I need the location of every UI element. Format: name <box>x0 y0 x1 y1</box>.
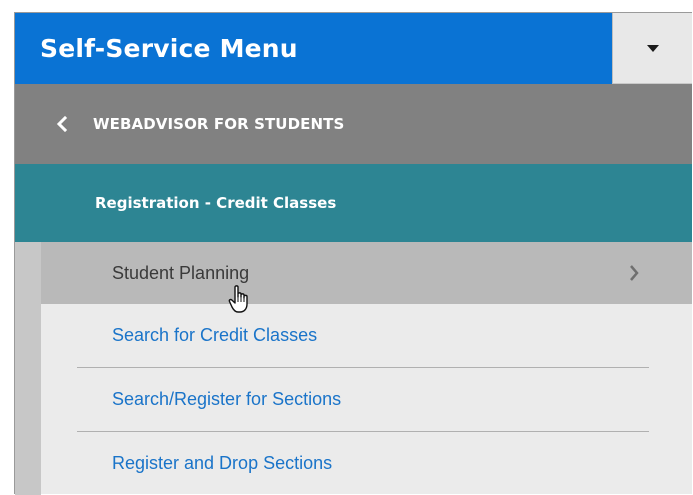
menu-item-label: Register and Drop Sections <box>112 453 333 473</box>
menu-item-register-drop-sections[interactable]: Register and Drop Sections <box>41 432 692 495</box>
menu-title: Self-Service Menu <box>15 13 612 84</box>
chevron-right-icon <box>628 264 640 287</box>
menu-item-student-planning[interactable]: Student Planning <box>41 242 692 304</box>
section-header: Registration - Credit Classes <box>15 164 692 242</box>
caret-down-icon <box>646 44 659 52</box>
menu-item-label: Search for Credit Classes <box>112 325 318 345</box>
section-label: Registration - Credit Classes <box>95 194 337 212</box>
menu-item-search-credit-classes[interactable]: Search for Credit Classes <box>41 304 692 367</box>
hand-pointer-icon <box>228 285 252 320</box>
menu-item-label: Search/Register for Sections <box>112 389 342 409</box>
menu-toggle-button[interactable] <box>612 13 692 84</box>
list-gutter <box>15 242 41 495</box>
menu-item-search-register-sections[interactable]: Search/Register for Sections <box>41 368 692 431</box>
back-label: WEBADVISOR FOR STUDENTS <box>93 115 345 133</box>
self-service-menu-panel: Self-Service Menu WEBADVISOR FOR STUDENT… <box>14 12 692 495</box>
chevron-left-icon <box>56 116 76 132</box>
menu-item-label: Student Planning <box>112 262 250 283</box>
menu-header: Self-Service Menu <box>15 13 692 84</box>
back-to-webadvisor-button[interactable]: WEBADVISOR FOR STUDENTS <box>15 84 692 164</box>
